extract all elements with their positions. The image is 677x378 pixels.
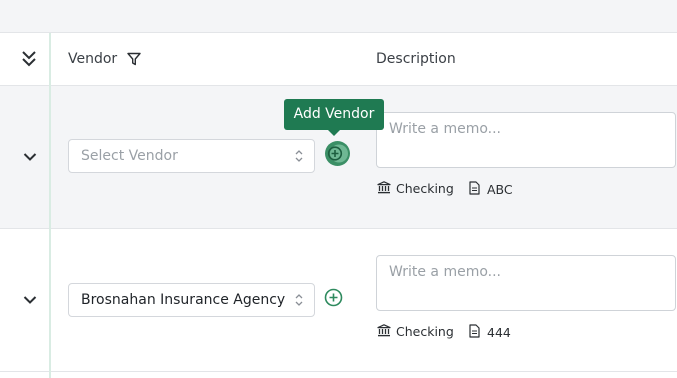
account-label: Checking — [396, 181, 454, 196]
table-row: Brosnahan Insurance Agency Write a memo.… — [0, 229, 677, 372]
add-vendor-tooltip: Add Vendor — [284, 99, 384, 136]
filter-icon[interactable] — [127, 52, 141, 66]
row-expand-chevron-icon[interactable] — [23, 295, 37, 305]
memo-placeholder: Write a memo... — [389, 121, 501, 137]
memo-textarea[interactable]: Write a memo... — [376, 255, 676, 311]
add-vendor-icon[interactable] — [324, 288, 343, 307]
bank-icon — [377, 181, 391, 194]
collapse-all-double-chevron-icon[interactable] — [21, 50, 37, 68]
vendor-column-header[interactable]: Vendor — [68, 51, 117, 67]
reference-label: 444 — [487, 325, 511, 340]
document-icon — [469, 324, 480, 338]
vendor-select[interactable]: Brosnahan Insurance Agency — [68, 283, 315, 317]
document-icon — [469, 181, 480, 195]
vendor-select-placeholder: Select Vendor — [81, 148, 178, 164]
memo-textarea[interactable]: Write a memo... — [376, 112, 676, 168]
select-caret-icon — [295, 294, 303, 306]
next-row-edge — [0, 372, 677, 378]
table-header: Vendor Description — [0, 33, 677, 86]
description-column-header: Description — [376, 51, 456, 67]
top-toolbar-area — [0, 0, 677, 33]
memo-placeholder: Write a memo... — [389, 264, 501, 280]
bank-icon — [377, 324, 391, 337]
row-expand-chevron-icon[interactable] — [23, 152, 37, 162]
account-label: Checking — [396, 324, 454, 339]
select-caret-icon — [295, 150, 303, 162]
add-vendor-icon[interactable] — [324, 140, 351, 167]
vendor-select[interactable]: Select Vendor — [68, 139, 315, 173]
reference-label: ABC — [487, 182, 513, 197]
vendor-select-value: Brosnahan Insurance Agency — [81, 292, 286, 308]
left-column-divider — [49, 33, 51, 378]
